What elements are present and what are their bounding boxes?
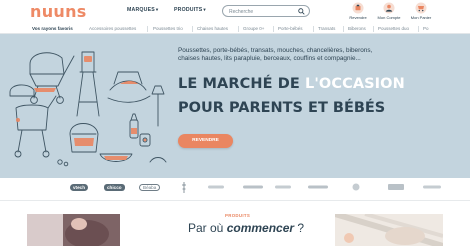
photo-right-image [335, 214, 443, 246]
brand-strip: vtech chicco Béaba [0, 178, 470, 200]
category-more[interactable]: Po [423, 26, 429, 31]
hero-title-prefix: LE MARCHÉ DE [178, 76, 306, 92]
category-accessoires-poussettes[interactable]: Accessoires poussettes [89, 26, 136, 31]
photo-left-image [27, 214, 120, 246]
category-poussettes-trio[interactable]: Poussettes trio [153, 26, 183, 31]
search-placeholder: Recherche [229, 8, 254, 15]
category-bar: Vos rayons favoris Accessoires poussette… [0, 24, 470, 34]
brand-logo-stokke[interactable] [181, 181, 187, 194]
brand-logo-10[interactable] [351, 183, 361, 191]
nav-produits-label: PRODUITS [174, 7, 203, 13]
product-photo-right[interactable] [335, 214, 443, 246]
chevron-down-icon: ▾ [155, 7, 159, 12]
section-title-prefix: Par où [188, 221, 227, 235]
product-photo-left[interactable] [27, 214, 120, 246]
brand-logo-chicco[interactable]: chicco [104, 184, 125, 191]
nav-produits[interactable]: PRODUITS▾ [174, 7, 206, 13]
divider [147, 26, 148, 32]
section-eyebrow: PRODUITS [225, 213, 251, 218]
brand-logo-7[interactable] [243, 184, 263, 190]
cart-icon [415, 2, 427, 14]
category-poussettes-duo[interactable]: Poussettes duo [378, 26, 409, 31]
nav-marques-label: MARQUES [127, 7, 155, 13]
section-title-suffix: ? [294, 221, 305, 235]
brand-logo-9[interactable] [308, 184, 328, 190]
search-icon[interactable] [298, 8, 305, 15]
baby-gear-illustration [9, 51, 167, 167]
resell-icon [352, 2, 364, 14]
divider [192, 26, 193, 32]
hero-title-line1: LE MARCHÉ DE L'OCCASION [178, 76, 405, 92]
hero-subtitle: Poussettes, porte-bébés, transats, mouch… [178, 47, 373, 62]
category-porte-bebes[interactable]: Porte-bébés [278, 26, 303, 31]
divider [418, 26, 419, 32]
divider [238, 26, 239, 32]
brand-logo-12[interactable] [423, 184, 441, 190]
category-biberons[interactable]: Biberons [348, 26, 366, 31]
resell-link[interactable]: Revendre [344, 2, 372, 24]
category-groupe-0[interactable]: Groupe 0+ [243, 26, 264, 31]
page: nuuns MARQUES▾ PRODUITS▾ Recherche Reven… [0, 0, 470, 246]
hero-title-accent: L'OCCASION [305, 76, 405, 92]
resell-button[interactable]: REVENDRE [178, 134, 233, 148]
category-chaises-hautes[interactable]: Chaises hautes [197, 26, 228, 31]
nav-marques[interactable]: MARQUES▾ [127, 7, 158, 13]
category-transats[interactable]: Transats [318, 26, 335, 31]
site-header: nuuns MARQUES▾ PRODUITS▾ Recherche Reven… [0, 0, 470, 24]
section-title: Par où commencer ? [188, 221, 304, 235]
favorites-label: Vos rayons favoris [32, 26, 73, 31]
divider [343, 26, 344, 32]
account-label: Mon Compte [377, 15, 401, 20]
search-input[interactable]: Recherche [222, 5, 310, 17]
products-section: PRODUITS Par où commencer ? [0, 201, 470, 246]
resell-label: Revendre [349, 15, 367, 20]
brand-logo-beaba[interactable]: Béaba [139, 184, 161, 191]
brand-logo-8[interactable] [275, 184, 291, 190]
divider [273, 26, 274, 32]
cart-link[interactable]: Mon Panier [407, 2, 435, 24]
hero-title-line2: POUR PARENTS ET BÉBÉS [178, 100, 386, 116]
divider [313, 26, 314, 32]
account-link[interactable]: Mon Compte [375, 2, 403, 24]
brand-logo-6[interactable] [208, 184, 224, 190]
cart-label: Mon Panier [410, 15, 432, 20]
logo[interactable]: nuuns [30, 2, 87, 21]
brand-logo-11[interactable] [388, 183, 404, 191]
brand-logo-vtech[interactable]: vtech [70, 184, 89, 191]
chevron-down-icon: ▾ [203, 7, 206, 12]
user-icon [383, 2, 395, 14]
section-title-emphasis: commencer [226, 221, 295, 235]
divider [373, 26, 374, 32]
hero-banner: Poussettes, porte-bébés, transats, mouch… [0, 34, 470, 178]
